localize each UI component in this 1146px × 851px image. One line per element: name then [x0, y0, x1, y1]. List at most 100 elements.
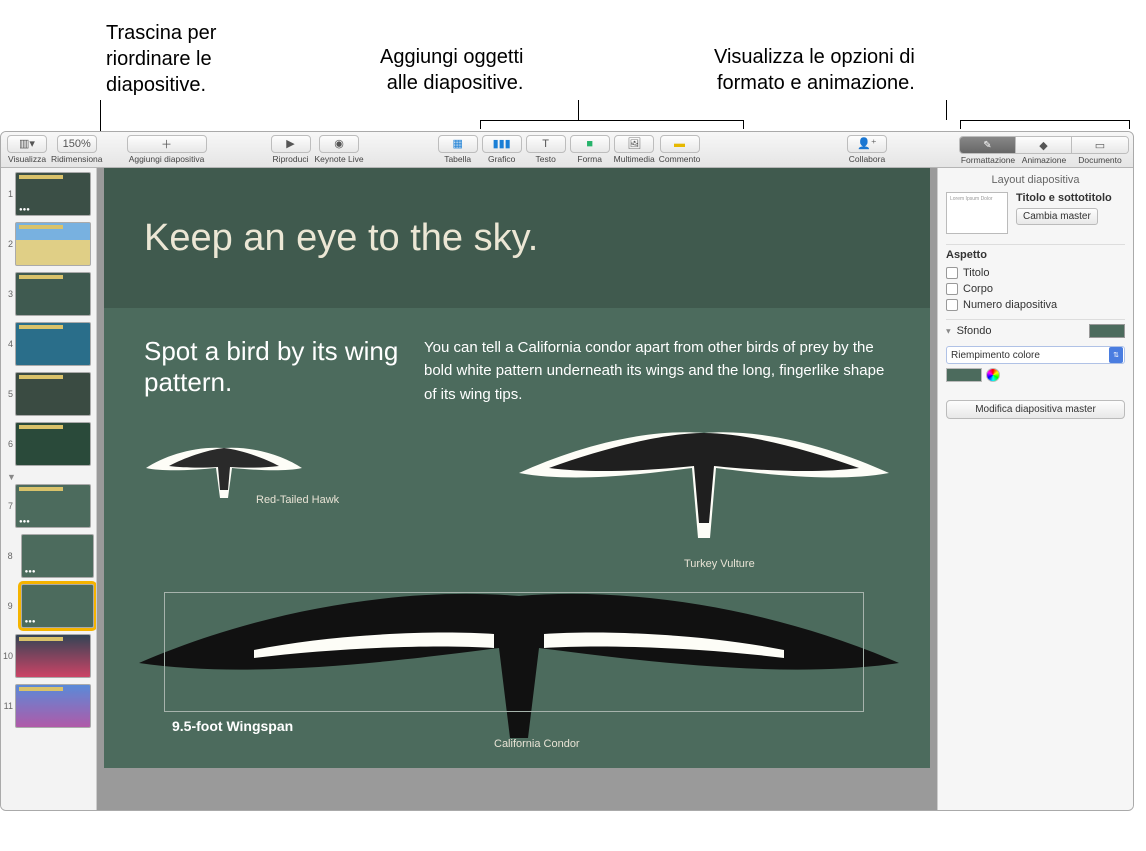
table-icon: ▦	[452, 137, 462, 150]
slide-thumbnail[interactable]	[15, 272, 91, 316]
slide: Keep an eye to the sky. Spot a bird by i…	[104, 168, 930, 768]
slide-number: 9	[3, 601, 15, 611]
live-icon: ◉	[334, 137, 344, 150]
format-tab[interactable]: ✎	[960, 137, 1016, 153]
media-icon: 🖼	[627, 137, 641, 150]
brush-icon: ✎	[983, 140, 991, 151]
slide-title[interactable]: Keep an eye to the sky.	[144, 217, 538, 260]
fill-type-dropdown[interactable]: Riempimento colore ⇅	[946, 346, 1125, 364]
master-name: Titolo e sottotitolo	[1016, 192, 1125, 204]
shape-label: Forma	[577, 154, 602, 164]
checkbox-icon[interactable]	[946, 267, 958, 279]
table-button[interactable]: ▦ Tabella	[436, 133, 480, 167]
view-label: Visualizza	[8, 154, 46, 164]
chart-label: Grafico	[488, 154, 515, 164]
animate-tab[interactable]: ◆	[1016, 137, 1072, 153]
view-button[interactable]: ▥▾ Visualizza	[5, 133, 49, 167]
slide-paragraph[interactable]: You can tell a California condor apart f…	[424, 336, 890, 406]
shape-button[interactable]: ■ Forma	[568, 133, 612, 167]
live-label: Keynote Live	[315, 154, 364, 164]
vulture-silhouette[interactable]	[514, 418, 894, 568]
play-icon: ▶	[286, 137, 294, 150]
slide-thumbnail[interactable]: ●●●	[15, 484, 91, 528]
slidenum-checkbox-row[interactable]: Numero diapositiva	[946, 297, 1125, 313]
text-button[interactable]: T Testo	[524, 133, 568, 167]
color-wheel-button[interactable]	[986, 368, 1000, 382]
slide-number: 11	[3, 701, 15, 711]
slide-thumbnail[interactable]	[15, 222, 91, 266]
slide-number: 1	[3, 189, 15, 199]
doc-icon: ▭	[1095, 139, 1105, 152]
title-checkbox-row[interactable]: Titolo	[946, 265, 1125, 281]
slide-thumbnail[interactable]	[15, 634, 91, 678]
toolbar: ▥▾ Visualizza 150% Ridimensiona ＋ Aggiun…	[1, 132, 1133, 168]
format-inspector: Layout diapositiva Lorem Ipsum Dolor Tit…	[937, 168, 1133, 810]
media-button[interactable]: 🖼 Multimedia	[612, 133, 657, 167]
comment-button[interactable]: ▬ Commento	[657, 133, 703, 167]
slidenum-check-label: Numero diapositiva	[963, 299, 1057, 311]
condor-label: California Condor	[494, 738, 580, 750]
inspector-title: Layout diapositiva	[946, 174, 1125, 186]
comment-label: Commento	[659, 154, 701, 164]
callout-format: Visualizza le opzioni di formato e anima…	[714, 44, 915, 96]
slide-subtitle[interactable]: Spot a bird by its wing pattern.	[144, 336, 404, 406]
edit-master-button[interactable]: Modifica diapositiva master	[946, 400, 1125, 419]
background-section[interactable]: ▸ Sfondo	[946, 325, 991, 337]
slide-thumbnail[interactable]	[15, 684, 91, 728]
format-tab-label: Formattazione	[960, 155, 1016, 165]
slide-thumbnail[interactable]	[15, 422, 91, 466]
hawk-silhouette[interactable]	[144, 438, 304, 518]
play-button[interactable]: ▶ Riproduci	[269, 133, 313, 167]
play-label: Riproduci	[273, 154, 309, 164]
slide-number: 5	[3, 389, 15, 399]
document-tab-label: Documento	[1072, 155, 1128, 165]
collaborate-button[interactable]: 👤⁺ Collabora	[845, 133, 889, 167]
wingspan-indicator	[164, 592, 864, 712]
slide-number: 8	[3, 551, 15, 561]
dropdown-arrows-icon: ⇅	[1109, 347, 1123, 363]
slide-number: 10	[3, 651, 15, 661]
slide-number: 3	[3, 289, 15, 299]
zoom-label: Ridimensiona	[51, 154, 103, 164]
background-label: Sfondo	[957, 325, 992, 337]
fill-type-value: Riempimento colore	[951, 350, 1040, 361]
collab-label: Collabora	[849, 154, 885, 164]
slide-thumbnail[interactable]	[15, 372, 91, 416]
app-window: ▥▾ Visualizza 150% Ridimensiona ＋ Aggiun…	[0, 131, 1134, 811]
keynote-live-button[interactable]: ◉ Keynote Live	[313, 133, 366, 167]
zoom-value: 150%	[63, 138, 91, 150]
add-slide-button[interactable]: ＋ Aggiungi diapositiva	[125, 133, 209, 167]
diamond-icon: ◆	[1039, 139, 1047, 152]
slide-canvas[interactable]: Keep an eye to the sky. Spot a bird by i…	[97, 168, 937, 810]
chevron-down-icon: ▸	[943, 329, 954, 334]
body-checkbox-row[interactable]: Corpo	[946, 281, 1125, 297]
appearance-section: Aspetto	[946, 244, 1125, 265]
plus-icon: ＋	[161, 136, 172, 152]
disclosure-triangle[interactable]: ▼	[7, 472, 94, 482]
slide-number: 2	[3, 239, 15, 249]
slide-thumbnail[interactable]: ●●●	[15, 172, 91, 216]
title-check-label: Titolo	[963, 267, 990, 279]
text-icon: T	[542, 138, 549, 150]
slide-navigator[interactable]: 1●●● 2 3 4 5 6 ▼ 7●●● 8●●● 9●●● 10 11	[1, 168, 97, 810]
chart-button[interactable]: ▮▮▮ Grafico	[480, 133, 524, 167]
body-check-label: Corpo	[963, 283, 993, 295]
checkbox-icon[interactable]	[946, 283, 958, 295]
document-tab[interactable]: ▭	[1072, 137, 1128, 153]
callout-add-objects: Aggiungi oggetti alle diapositive.	[380, 44, 523, 96]
callout-reorder: Trascina per riordinare le diapositive.	[106, 20, 216, 98]
table-label: Tabella	[444, 154, 471, 164]
change-master-button[interactable]: Cambia master	[1016, 208, 1098, 225]
background-color-well[interactable]	[1089, 324, 1125, 338]
comment-icon: ▬	[674, 138, 685, 150]
master-preview-thumb[interactable]: Lorem Ipsum Dolor	[946, 192, 1008, 234]
zoom-button[interactable]: 150% Ridimensiona	[49, 133, 105, 167]
checkbox-icon[interactable]	[946, 299, 958, 311]
fill-color-swatch[interactable]	[946, 368, 982, 382]
slide-thumbnail[interactable]: ●●●	[21, 534, 94, 578]
slide-thumbnail-selected[interactable]: ●●●	[21, 584, 94, 628]
slide-number: 6	[3, 439, 15, 449]
slide-number: 7	[3, 501, 15, 511]
collaborate-icon: 👤⁺	[857, 137, 877, 150]
slide-thumbnail[interactable]	[15, 322, 91, 366]
